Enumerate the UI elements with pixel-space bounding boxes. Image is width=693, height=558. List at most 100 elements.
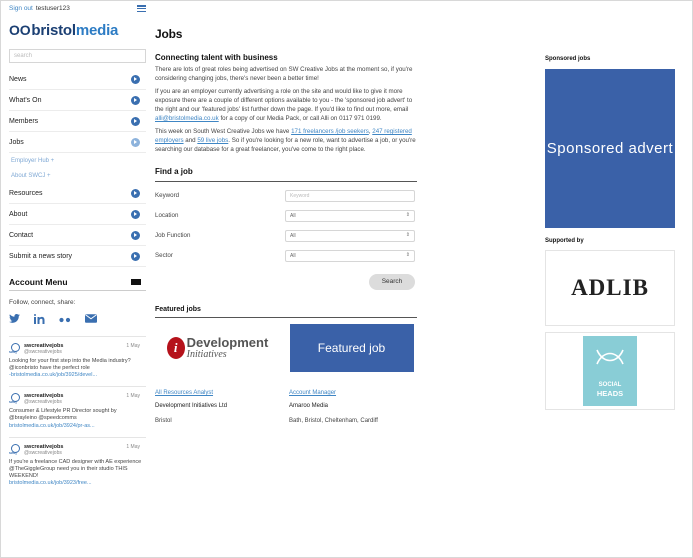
sponsored-advert[interactable]: Sponsored advert [545,69,675,228]
logo-mark: OO [9,22,31,38]
company-name: Amaroo Media [289,402,329,409]
tweet-author: swcreativejobs @swcreativejobs [24,444,63,456]
adlib-logo[interactable]: ADLIB [545,250,675,326]
tweet-link[interactable]: bristolmedia.co.uk/job/3923/free... [9,480,146,486]
tweet-handle[interactable]: @swcreativejobs [24,349,63,355]
tweet-link[interactable]: bristolmedia.co.uk/job/3924/pr-as... [9,423,146,429]
featured-jobs-heading: Featured jobs [155,306,417,318]
chevron-right-icon [131,188,140,198]
tweet-text: Consumer & Lifestyle PR Director sought … [9,408,117,422]
development-initiatives-logo: i Development Initiatives [166,334,269,360]
text-run: If you are an employer currently adverti… [155,87,413,113]
nav-item-label: What's On [9,96,42,104]
job-title-link[interactable]: Account Manager [289,390,414,396]
avatar [9,393,20,404]
email-icon[interactable] [85,314,97,326]
tweet-date: 1 May [126,343,140,349]
live-jobs-link[interactable]: 59 live jobs [197,137,228,144]
job-function-label: Job Function [155,232,191,240]
bristolmedia-logo[interactable]: OO bristol media [9,17,146,43]
location-select[interactable]: All ⇕ [285,209,415,222]
tweet-handle[interactable]: @swcreativejobs [24,450,63,456]
nav-item-submit-story[interactable]: Submit a news story [9,246,146,267]
twitter-icon[interactable] [9,314,20,326]
company-logo[interactable]: Featured job [289,323,414,372]
account-menu-header[interactable]: Account Menu [9,273,146,291]
social-heads-logo[interactable]: SOCIAL HEADS [545,332,675,410]
select-arrows-icon: ⇕ [405,252,410,259]
logo-word-1: Development [186,334,269,350]
follow-label: Follow, connect, share: [9,299,76,306]
email-link[interactable]: alli@bristolmedia.co.uk [155,115,219,122]
featured-job-card[interactable]: i Development Initiatives All Resources … [155,324,280,424]
tweet-link[interactable]: -bristolmedia.co.uk/job/3925/devel... [9,372,146,378]
freelancers-link[interactable]: 171 freelancers /job seekers [291,128,369,135]
tweet-item[interactable]: swcreativejobs @swcreativejobs 1 May If … [9,436,146,494]
search-button[interactable]: Search [369,273,415,290]
featured-job-placeholder: Featured job [289,323,414,372]
featured-job-card[interactable]: Featured job Account Manager Amaroo Medi… [289,323,414,424]
job-function-select[interactable]: All ⇕ [285,229,415,242]
social-links [9,313,146,327]
logo-mark-icon: i [166,336,185,359]
form-row-job-function: Job Function All ⇕ [155,226,417,246]
nav-item-label: News [9,75,27,83]
tweet-handle[interactable]: @swcreativejobs [24,399,63,405]
intro-paragraph: There are lots of great roles being adve… [155,66,413,82]
nav-item-news[interactable]: News [9,69,146,90]
company-logo[interactable]: i Development Initiatives [155,324,280,372]
find-job-form: Keyword Keyword Location All ⇕ Job Functi… [155,186,417,290]
select-arrows-icon: ⇕ [405,212,410,219]
nav-item-whats-on[interactable]: What's On [9,90,146,111]
account-menu-title: Account Menu [9,276,68,287]
nav-item-label: Members [9,117,39,125]
location-label: Location [155,212,179,220]
tweet-text: Looking for your first step into the Med… [9,358,131,372]
form-row-keyword: Keyword Keyword [155,186,417,206]
nav-item-jobs[interactable]: Jobs [9,132,146,153]
flickr-icon[interactable] [59,315,71,326]
sponsored-jobs-heading: Sponsored jobs [545,56,591,62]
toggle-icon [131,278,141,285]
logo-text-1: bristol [31,21,76,39]
sector-select[interactable]: All ⇕ [285,249,415,262]
linkedin-icon[interactable] [34,313,45,327]
nav-menu: News What's On Members Jobs Employer Hub… [9,69,146,267]
social-heads-mark: SOCIAL HEADS [583,336,637,406]
tweet-item[interactable]: swcreativejobs @swcreativejobs 1 May Loo… [9,336,146,386]
job-title-link[interactable]: All Resources Analyst [155,390,280,396]
stats-paragraph: This week on South West Creative Jobs we… [155,128,417,155]
search-input[interactable]: search [9,49,146,63]
tweet-date: 1 May [126,393,140,400]
nav-item-about[interactable]: About [9,204,146,225]
username: testuser123 [35,5,70,12]
job-location: Bath, Bristol, Cheltenham, Cardiff [289,417,378,424]
subnav-about-swcj[interactable]: About SWCJ + [9,168,146,183]
sign-out-link[interactable]: Sign out [9,5,33,12]
top-bar: Sign out testuser123 [9,0,146,17]
nav-item-label: Jobs [9,138,24,146]
nav-item-members[interactable]: Members [9,111,146,132]
select-value: All [290,212,296,219]
tweet-item[interactable]: swcreativejobs @swcreativejobs 1 May Con… [9,386,146,436]
keyword-label: Keyword [155,192,180,200]
menu-icon[interactable] [137,5,146,12]
select-arrows-icon: ⇕ [405,232,410,239]
text-run: This week on South West Creative Jobs we… [155,127,292,135]
intro-heading: Connecting talent with business [155,53,278,62]
right-column: Sponsored jobs Sponsored advert Supporte… [545,0,677,410]
keyword-input[interactable]: Keyword [285,189,415,202]
chevron-right-icon [131,116,140,126]
chevron-right-icon [131,251,140,261]
subnav-employer-hub[interactable]: Employer Hub + [9,153,146,168]
nav-item-label: Contact [9,231,34,239]
company-name: Development Initiatives Ltd [155,402,228,409]
sector-label: Sector [155,252,173,260]
chevron-right-icon [131,74,140,84]
page-title: Jobs [155,27,183,41]
nav-item-resources[interactable]: Resources [9,183,146,204]
nav-item-contact[interactable]: Contact [9,225,146,246]
user-area: Sign out testuser123 [9,5,70,12]
form-row-location: Location All ⇕ [155,206,417,226]
avatar [9,343,20,354]
